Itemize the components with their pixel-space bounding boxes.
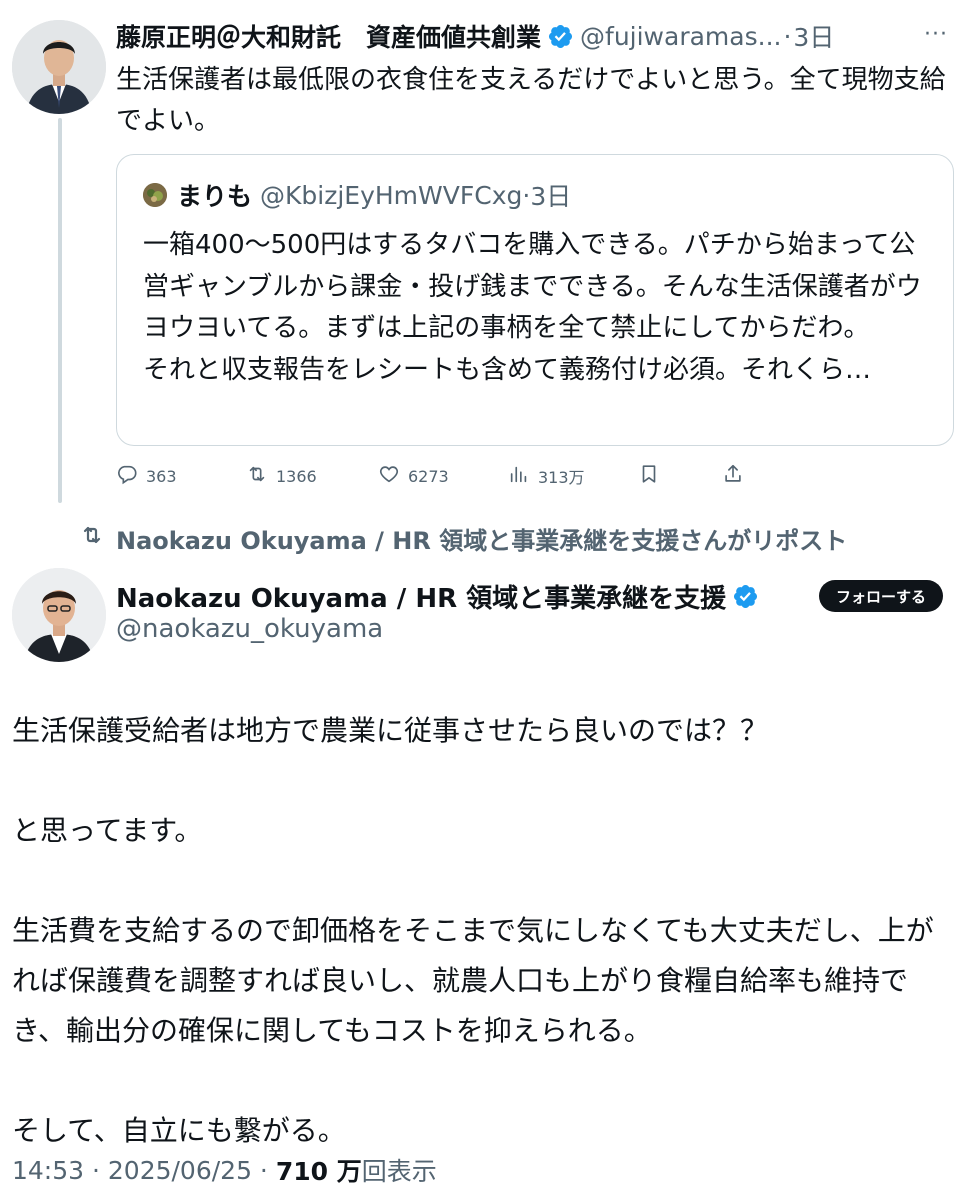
like-icon: [378, 463, 408, 489]
like-count: 6273: [408, 466, 449, 486]
tweet2-body: 生活保護受給者は地方で農業に従事させたら良いのでは？？ と思ってます。 生活費を…: [12, 706, 957, 1156]
author-avatar[interactable]: [12, 20, 106, 114]
tweet2-views-count: 710 万: [275, 1157, 362, 1186]
separator-dot: ·: [251, 1155, 268, 1185]
views-icon: [508, 463, 538, 489]
views-count: 313万: [538, 468, 585, 487]
tweet2-author-name-row: Naokazu Okuyama / HR 領域と事業承継を支援: [116, 576, 765, 616]
quoted-tweet[interactable]: まりも @KbizjEyHmWVFCxg · 3日 一箱400〜500円はするタ…: [116, 154, 954, 446]
quote-text-main: 一箱400〜500円はするタバコを購入できる。パチから始まって公営ギャンブルから…: [143, 230, 922, 343]
views-button[interactable]: 313万: [508, 458, 585, 494]
verified-badge-icon: [732, 583, 759, 610]
repost-icon: [246, 463, 276, 489]
tweet2-date[interactable]: 2025/06/25: [108, 1156, 252, 1185]
quote-time: 3日: [530, 182, 572, 211]
tweet1-text: 生活保護者は最低限の衣食住を支えるだけでよいと思う。全て現物支給でよい。: [116, 65, 946, 136]
tweet1-time[interactable]: 3日: [793, 18, 834, 54]
bookmark-button[interactable]: [638, 458, 668, 494]
share-icon: [722, 463, 752, 489]
reply-count: 363: [146, 466, 177, 486]
quote-handle: @KbizjEyHmWVFCxg: [260, 180, 523, 210]
tweet1-action-bar: 363 1366 6273 313万: [116, 458, 756, 494]
repost-button[interactable]: 1366: [246, 458, 317, 494]
author-avatar[interactable]: [12, 568, 106, 662]
quote-author-avatar: [143, 183, 167, 207]
tweet2-paragraph: と思ってます。: [12, 814, 203, 847]
thread-line: [58, 118, 62, 503]
repost-indicator[interactable]: Naokazu Okuyama / HR 領域と事業承継を支援さんがリポスト: [80, 520, 847, 556]
tweet2-paragraph: 生活費を支給するので卸価格をそこまで気にしなくても大丈夫だし、上がれば保護費を調…: [12, 914, 934, 1047]
quote-text: 一箱400〜500円はするタバコを購入できる。パチから始まって公営ギャンブルから…: [143, 225, 933, 391]
tweet2-time[interactable]: 14:53: [12, 1156, 84, 1185]
reply-button[interactable]: 363: [116, 458, 177, 494]
repost-icon: [80, 523, 116, 553]
tweet1-handle[interactable]: @fujiwaramas...: [580, 22, 781, 51]
repost-count: 1366: [276, 466, 317, 486]
tweet2-views-label: 回表示: [361, 1157, 437, 1186]
quote-author-name: まりも: [177, 182, 253, 211]
separator-dot: ·: [783, 21, 792, 51]
repost-indicator-label: Naokazu Okuyama / HR 領域と事業承継を支援さんがリポスト: [116, 526, 848, 555]
bookmark-icon: [638, 463, 668, 489]
tweet1-header: 藤原正明＠大和財託 資産価値共創業 @fujiwaramas... · 3日: [116, 16, 945, 56]
like-button[interactable]: 6273: [378, 458, 449, 494]
tweet2-meta: 14:53 · 2025/06/25 · 710 万 回表示: [12, 1150, 437, 1190]
more-icon[interactable]: ···: [919, 18, 953, 52]
tweet1-author-name[interactable]: 藤原正明＠大和財託 資産価値共創業: [116, 18, 541, 54]
verified-badge-icon: [547, 23, 574, 50]
tweet2-author-name[interactable]: Naokazu Okuyama / HR 領域と事業承継を支援: [116, 578, 726, 615]
share-button[interactable]: [722, 458, 752, 494]
follow-button[interactable]: フォローする: [819, 580, 943, 612]
tweet2-paragraph: 生活保護受給者は地方で農業に従事させたら良いのでは？？: [12, 714, 769, 747]
reply-icon: [116, 463, 146, 489]
separator-dot: ·: [522, 180, 531, 210]
tweet2-paragraph: そして、自立にも繋がる。: [12, 1114, 346, 1147]
quote-text-truncated: それと収支報告をレシートも含めて義務付け必須。それくら…: [143, 354, 872, 385]
quote-header: まりも @KbizjEyHmWVFCxg · 3日: [143, 177, 571, 213]
separator-dot: ·: [84, 1155, 108, 1185]
tweet2-handle[interactable]: @naokazu_okuyama: [116, 614, 383, 644]
